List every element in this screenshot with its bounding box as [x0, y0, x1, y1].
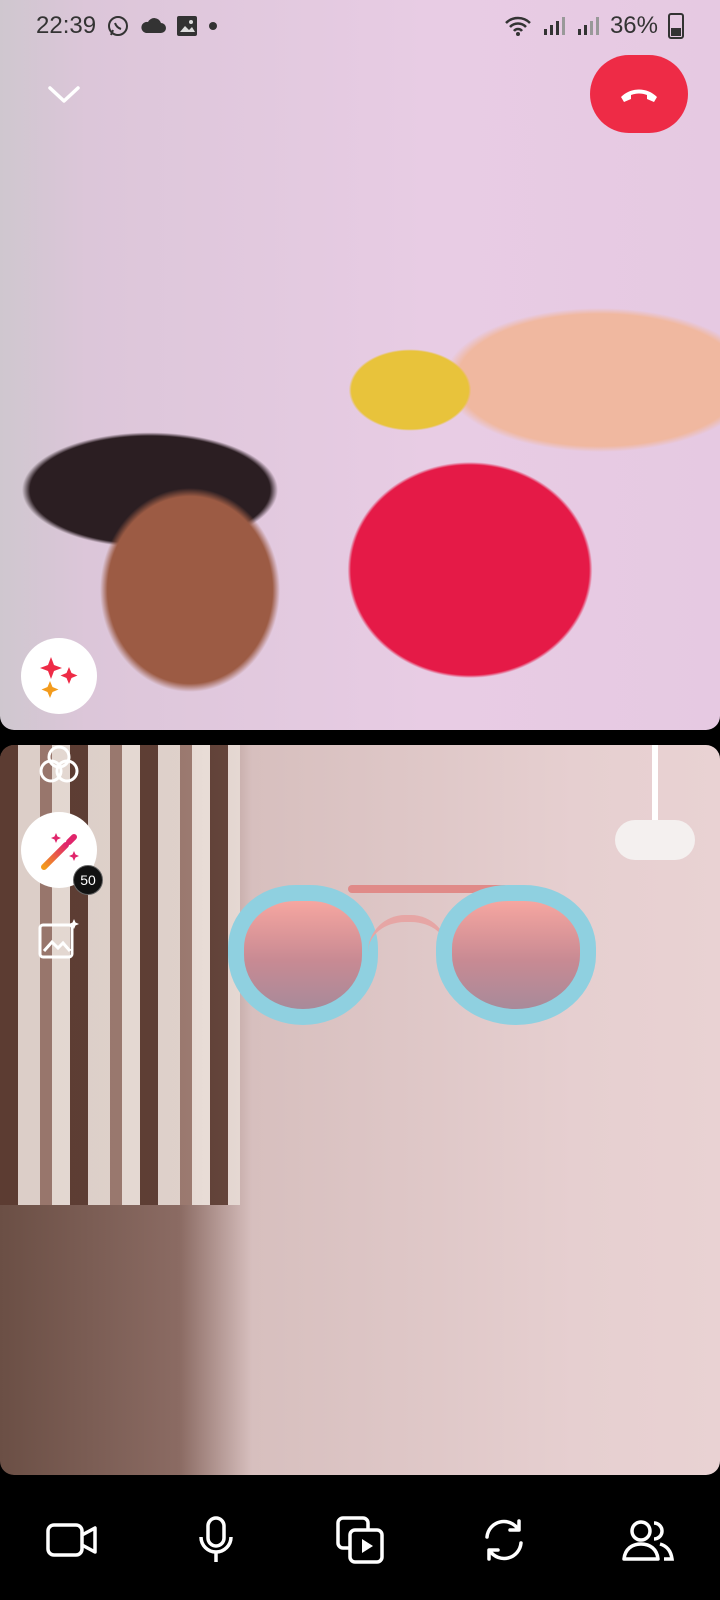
- end-call-button[interactable]: [590, 55, 688, 133]
- share-media-button[interactable]: [325, 1505, 395, 1575]
- mute-microphone-button[interactable]: [181, 1505, 251, 1575]
- microphone-icon: [199, 1516, 233, 1562]
- chevron-down-icon: [48, 86, 80, 103]
- battery-icon: [668, 13, 684, 39]
- effects-count-badge: 50: [73, 865, 103, 895]
- magic-wand-icon: [41, 833, 79, 870]
- screen-share-icon: [336, 1516, 384, 1564]
- image-icon: [176, 15, 198, 37]
- ar-sunglasses-filter: [228, 875, 613, 1055]
- local-video-preview[interactable]: [0, 745, 720, 1475]
- camera-toggle-button[interactable]: [37, 1505, 107, 1575]
- participants-icon: [622, 1520, 674, 1561]
- whatsapp-icon: [106, 14, 130, 38]
- participants-button[interactable]: [613, 1505, 683, 1575]
- effects-button[interactable]: [21, 638, 97, 714]
- battery-percent: 36%: [609, 12, 658, 39]
- image-sparkle-icon: [38, 919, 79, 959]
- background-curtain: [0, 745, 240, 1205]
- status-time: 22:39: [36, 12, 97, 39]
- minimize-call-button[interactable]: [40, 70, 88, 118]
- video-camera-icon: [46, 1523, 97, 1557]
- call-controls-bar: [0, 1480, 720, 1600]
- status-bar: 22:39 36%: [0, 0, 720, 52]
- signal-icon: [576, 15, 600, 37]
- dot-icon: [208, 21, 218, 31]
- cloud-icon: [140, 17, 167, 35]
- signal-icon: [542, 15, 566, 37]
- overlapping-circles-icon: [39, 745, 79, 783]
- wifi-icon: [504, 15, 532, 37]
- switch-camera-icon: [485, 1519, 523, 1561]
- hang-up-icon: [621, 89, 657, 102]
- flip-camera-button[interactable]: [469, 1505, 539, 1575]
- sparkles-icon: [40, 657, 78, 698]
- filters-button[interactable]: [34, 740, 84, 790]
- gallery-effects-button[interactable]: [34, 915, 84, 965]
- background-ceiling-fan: [610, 745, 700, 965]
